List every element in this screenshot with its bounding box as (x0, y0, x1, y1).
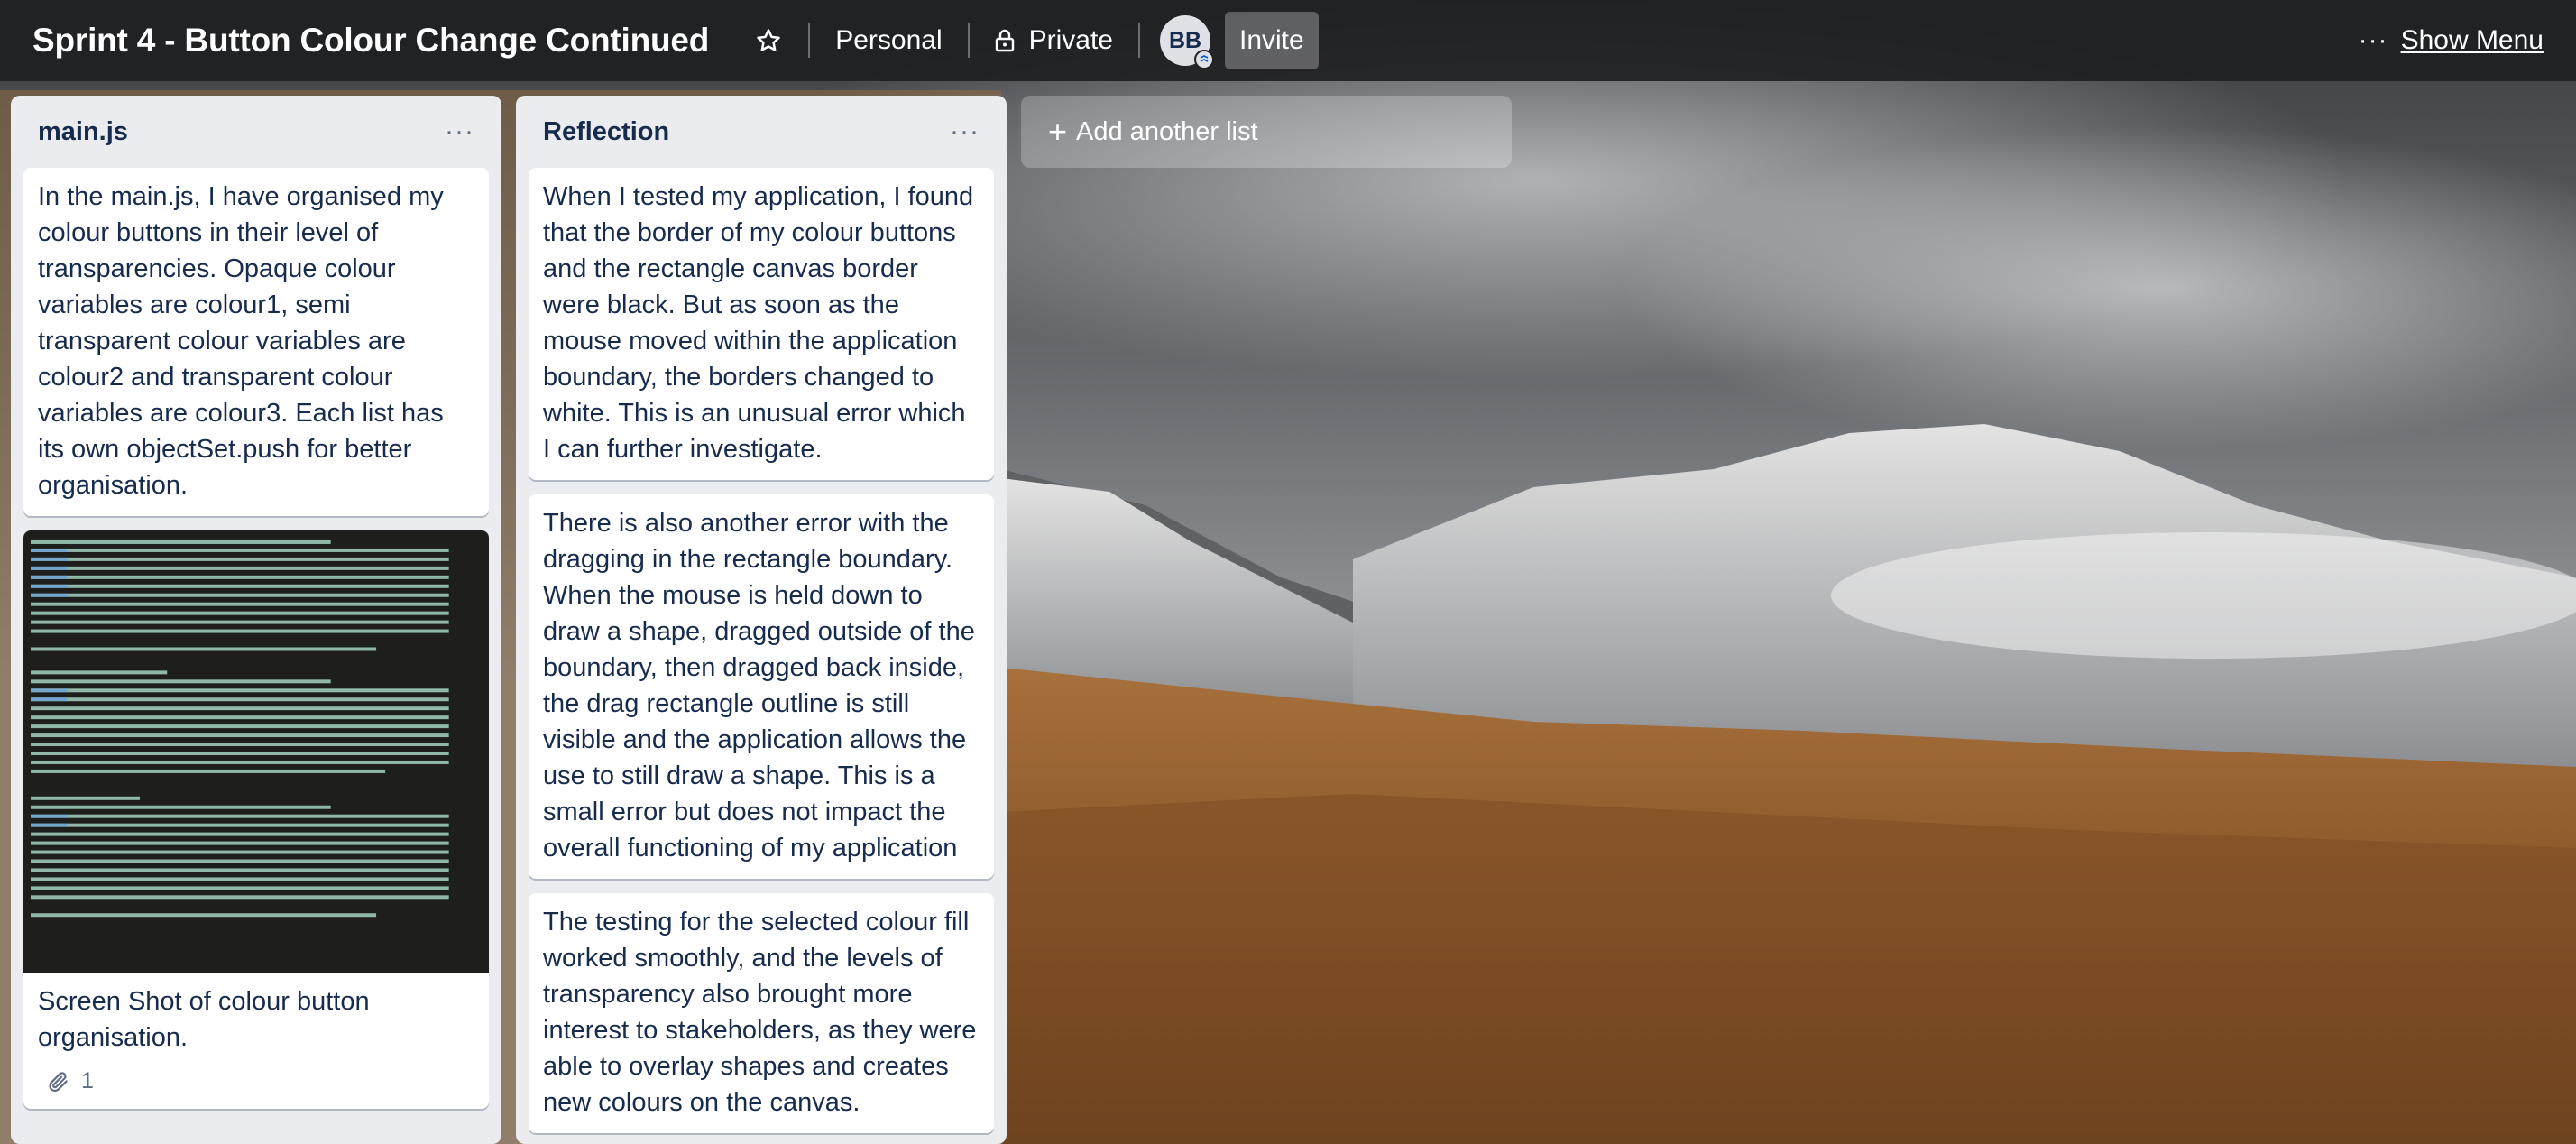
star-button[interactable] (749, 13, 788, 69)
list-menu-icon[interactable]: ··· (950, 116, 980, 147)
card[interactable]: The testing for the selected colour fill… (529, 893, 994, 1133)
card-title: When I tested my application, I found th… (543, 182, 974, 464)
card-title: There is also another error with the dra… (543, 509, 975, 863)
card-with-cover[interactable]: Screen Shot of colour button organisatio… (23, 530, 489, 1109)
board-header: Sprint 4 - Button Colour Change Continue… (0, 0, 2576, 81)
card[interactable]: When I tested my application, I found th… (529, 168, 994, 480)
visibility-label: Private (1028, 25, 1113, 55)
workspace-button[interactable]: Personal (830, 13, 947, 69)
list-title[interactable]: Reflection (543, 117, 669, 147)
list-menu-icon[interactable]: ··· (445, 116, 474, 147)
paperclip-icon (49, 1071, 68, 1092)
list-header: Reflection ··· (529, 96, 994, 168)
list-reflection: Reflection ··· When I tested my applicat… (516, 96, 1007, 1144)
add-list-label: Add another list (1076, 116, 1258, 146)
member-avatar[interactable]: BB (1160, 15, 1214, 69)
list-header: main.js ··· (23, 96, 489, 168)
list-main-js: main.js ··· In the main.js, I have organ… (11, 96, 501, 1144)
list-title[interactable]: main.js (38, 117, 128, 147)
card-title: Screen Shot of colour button organisatio… (38, 987, 370, 1052)
code-screenshot-image (29, 536, 483, 967)
board-title[interactable]: Sprint 4 - Button Colour Change Continue… (32, 22, 709, 60)
star-icon (757, 29, 780, 51)
card-title: The testing for the selected colour fill… (543, 908, 977, 1117)
lock-icon (995, 29, 1014, 52)
show-menu-button[interactable]: Show Menu (2401, 25, 2544, 56)
header-divider (967, 23, 970, 58)
invite-button[interactable]: Invite (1225, 12, 1319, 69)
plus-icon: + (1048, 113, 1068, 150)
add-list-button[interactable]: + Add another list (1021, 96, 1512, 168)
admin-badge-icon (1194, 50, 1214, 69)
card-badges: 1 (23, 1068, 489, 1109)
card-cover-image (23, 530, 489, 973)
header-divider (1138, 23, 1140, 58)
card-title: In the main.js, I have organised my colo… (38, 182, 444, 500)
attachment-count: 1 (81, 1068, 94, 1093)
header-right: ··· Show Menu (2359, 25, 2544, 56)
visibility-button[interactable]: Private (989, 13, 1118, 69)
card[interactable]: In the main.js, I have organised my colo… (23, 168, 489, 516)
card[interactable]: There is also another error with the dra… (529, 494, 994, 879)
avatar-initials: BB (1168, 27, 1202, 53)
more-horizontal-icon[interactable]: ··· (2359, 25, 2388, 56)
header-divider (808, 23, 811, 58)
